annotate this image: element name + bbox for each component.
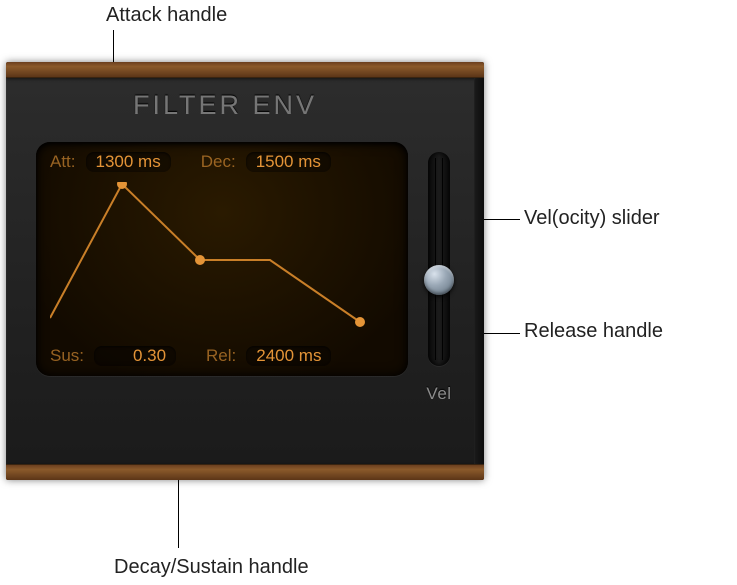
wood-trim-bottom <box>6 464 484 480</box>
velocity-slider-label: Vel <box>426 384 451 404</box>
release-label: Rel: <box>206 346 236 366</box>
release-handle[interactable] <box>355 317 365 327</box>
filter-envelope-panel: FILTER ENV Att: 1300 ms Dec: 1500 ms Sus… <box>6 62 484 480</box>
sustain-label: Sus: <box>50 346 84 366</box>
section-title: FILTER ENV <box>6 90 444 121</box>
annotation-velocity-slider: Vel(ocity) slider <box>524 207 660 230</box>
annotation-attack-handle: Attack handle <box>106 4 227 27</box>
velocity-slider-track[interactable] <box>428 152 450 366</box>
annotation-release-handle: Release handle <box>524 320 663 343</box>
velocity-slider[interactable]: Vel <box>420 142 458 376</box>
decay-value[interactable]: 1500 ms <box>246 152 331 172</box>
attack-label: Att: <box>50 152 76 172</box>
velocity-slider-thumb[interactable] <box>424 265 454 295</box>
envelope-display: Att: 1300 ms Dec: 1500 ms Sus: 0.30 Rel:… <box>36 142 408 376</box>
release-value[interactable]: 2400 ms <box>246 346 331 366</box>
decay-label: Dec: <box>201 152 236 172</box>
wood-trim-top <box>6 62 484 78</box>
sustain-value[interactable]: 0.30 <box>94 346 176 366</box>
envelope-curve <box>50 184 360 322</box>
annotation-decay-sustain-handle: Decay/Sustain handle <box>114 556 309 579</box>
attack-value[interactable]: 1300 ms <box>86 152 171 172</box>
envelope-graph[interactable] <box>50 182 394 336</box>
decay-sustain-handle[interactable] <box>195 255 205 265</box>
panel-edge <box>474 78 484 464</box>
